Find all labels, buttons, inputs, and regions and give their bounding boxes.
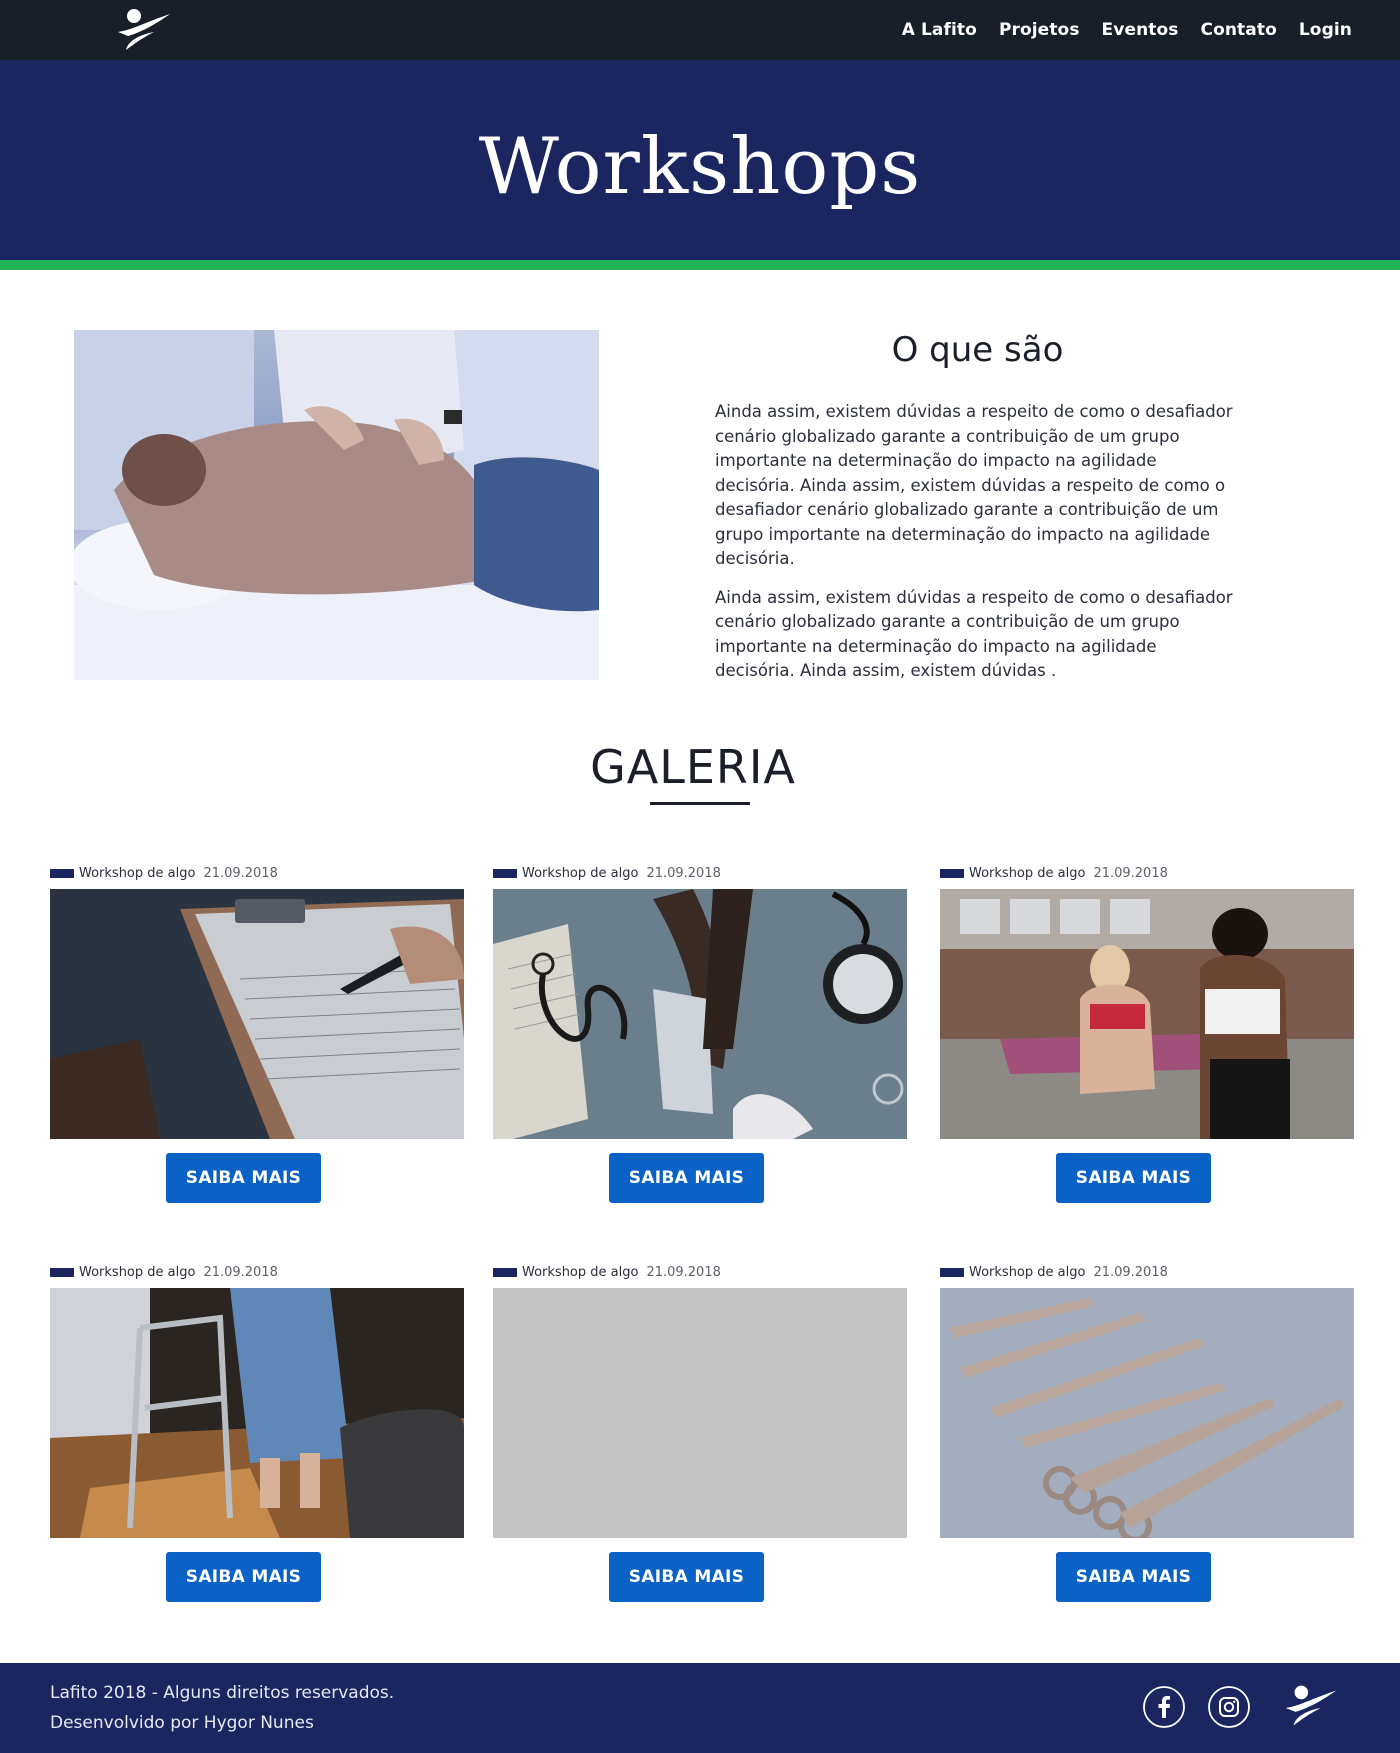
- card-meta: Workshop de algo 21.09.2018: [940, 865, 1168, 881]
- card-flag-icon: [493, 1267, 517, 1277]
- card-date: 21.09.2018: [203, 1264, 278, 1280]
- lafito-logo-icon[interactable]: [112, 6, 178, 54]
- card-label: Workshop de algo: [522, 865, 639, 881]
- nav-item-eventos[interactable]: Eventos: [1102, 20, 1179, 40]
- placeholder-photo[interactable]: [493, 1288, 907, 1538]
- gallery-title: GALERIA: [590, 740, 796, 794]
- hero-banner: Workshops: [0, 60, 1400, 260]
- card-meta: Workshop de algo 21.09.2018: [50, 1264, 278, 1280]
- footer-credit: Desenvolvido por Hygor Nunes: [50, 1713, 314, 1733]
- gallery-card: Workshop de algo 21.09.2018 SAIBA MAIS: [493, 1264, 907, 1609]
- top-navbar: A Lafito Projetos Eventos Contato Login: [0, 0, 1400, 60]
- gallery-card: Workshop de algo 21.09.2018 SAIBA MAIS: [50, 1264, 464, 1609]
- nav-item-login[interactable]: Login: [1299, 20, 1352, 40]
- about-paragraph: Ainda assim, existem dúvidas a respeito …: [715, 587, 1233, 681]
- massage-photo: [74, 330, 599, 680]
- gallery-card: Workshop de algo 21.09.2018 SAIBA MAIS: [50, 865, 464, 1210]
- instagram-icon[interactable]: [1207, 1685, 1251, 1729]
- card-date: 21.09.2018: [646, 1264, 721, 1280]
- card-meta: Workshop de algo 21.09.2018: [493, 1264, 721, 1280]
- nav-item-contato[interactable]: Contato: [1201, 20, 1277, 40]
- nav-menu: A Lafito Projetos Eventos Contato Login: [902, 0, 1352, 60]
- lafito-logo-icon[interactable]: [1280, 1681, 1344, 1731]
- gallery-card: Workshop de algo 21.09.2018 SAIBA MAIS: [493, 865, 907, 1210]
- walker-patient-photo[interactable]: [50, 1288, 464, 1538]
- card-label: Workshop de algo: [969, 865, 1086, 881]
- gallery-card: Workshop de algo 21.09.2018 SAIBA MAIS: [940, 865, 1354, 1210]
- card-meta: Workshop de algo 21.09.2018: [493, 865, 721, 881]
- fitness-class-photo[interactable]: [940, 889, 1354, 1139]
- facebook-icon[interactable]: [1142, 1685, 1186, 1729]
- card-date: 21.09.2018: [1093, 865, 1168, 881]
- about-text: Ainda assim, existem dúvidas a respeito …: [715, 400, 1235, 698]
- hero-accent-stripe: [0, 260, 1400, 270]
- card-flag-icon: [50, 868, 74, 878]
- card-meta: Workshop de algo 21.09.2018: [940, 1264, 1168, 1280]
- saiba-mais-button[interactable]: SAIBA MAIS: [166, 1552, 321, 1602]
- card-meta: Workshop de algo 21.09.2018: [50, 865, 278, 881]
- card-label: Workshop de algo: [969, 1264, 1086, 1280]
- card-flag-icon: [940, 868, 964, 878]
- gallery-card: Workshop de algo 21.09.2018 SAIBA MAIS: [940, 1264, 1354, 1609]
- card-label: Workshop de algo: [79, 1264, 196, 1280]
- card-date: 21.09.2018: [1093, 1264, 1168, 1280]
- about-title: O que são: [891, 330, 1064, 370]
- card-date: 21.09.2018: [203, 865, 278, 881]
- saiba-mais-button[interactable]: SAIBA MAIS: [609, 1153, 764, 1203]
- page-footer: Lafito 2018 - Alguns direitos reservados…: [0, 1663, 1400, 1753]
- card-flag-icon: [493, 868, 517, 878]
- card-date: 21.09.2018: [646, 865, 721, 881]
- nav-item-a-lafito[interactable]: A Lafito: [902, 20, 977, 40]
- card-label: Workshop de algo: [522, 1264, 639, 1280]
- gallery-title-underline: [650, 802, 750, 805]
- saiba-mais-button[interactable]: SAIBA MAIS: [609, 1552, 764, 1602]
- card-label: Workshop de algo: [79, 865, 196, 881]
- about-paragraph: Ainda assim, existem dúvidas a respeito …: [715, 402, 1233, 568]
- saiba-mais-button[interactable]: SAIBA MAIS: [1056, 1153, 1211, 1203]
- clipboard-report-photo[interactable]: [50, 889, 464, 1139]
- footer-copyright: Lafito 2018 - Alguns direitos reservados…: [50, 1683, 395, 1703]
- card-flag-icon: [940, 1267, 964, 1277]
- nav-item-projetos[interactable]: Projetos: [999, 20, 1080, 40]
- blood-pressure-photo[interactable]: [493, 889, 907, 1139]
- card-flag-icon: [50, 1267, 74, 1277]
- saiba-mais-button[interactable]: SAIBA MAIS: [166, 1153, 321, 1203]
- page-title: Workshops: [478, 122, 922, 212]
- surgical-tools-photo[interactable]: [940, 1288, 1354, 1538]
- saiba-mais-button[interactable]: SAIBA MAIS: [1056, 1552, 1211, 1602]
